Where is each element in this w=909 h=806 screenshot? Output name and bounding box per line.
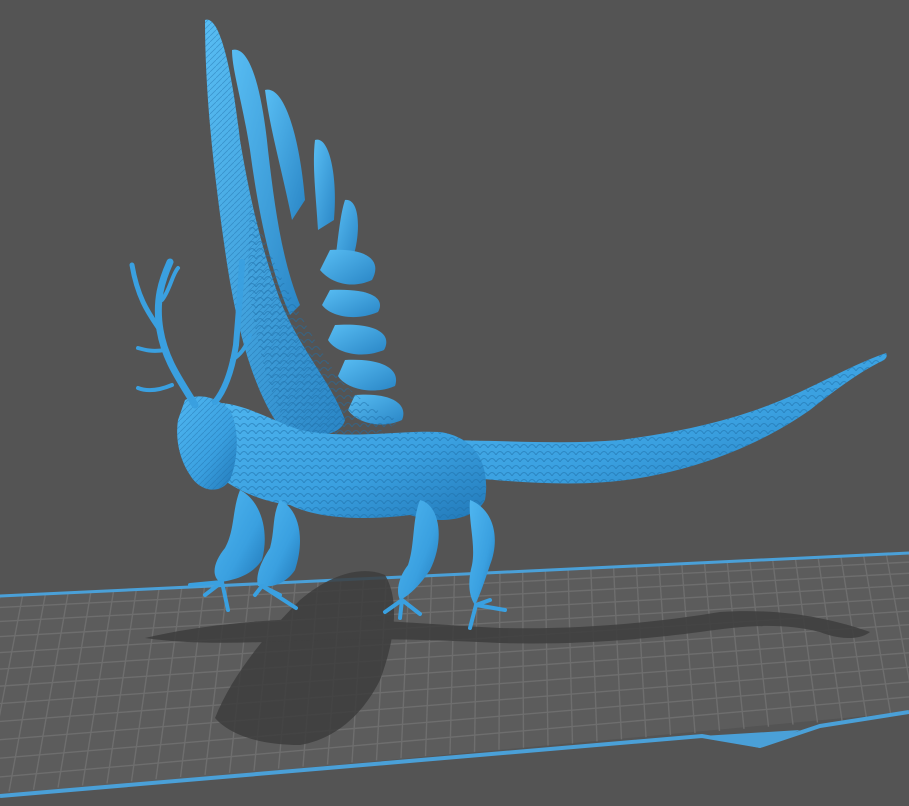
tail-scales: [430, 353, 887, 484]
grid-line: [521, 571, 525, 748]
3d-viewport[interactable]: [0, 0, 909, 806]
build-plate: [0, 551, 909, 798]
grid-line: [498, 572, 501, 750]
3d-scene[interactable]: [0, 0, 909, 806]
model-wing: [205, 19, 404, 439]
